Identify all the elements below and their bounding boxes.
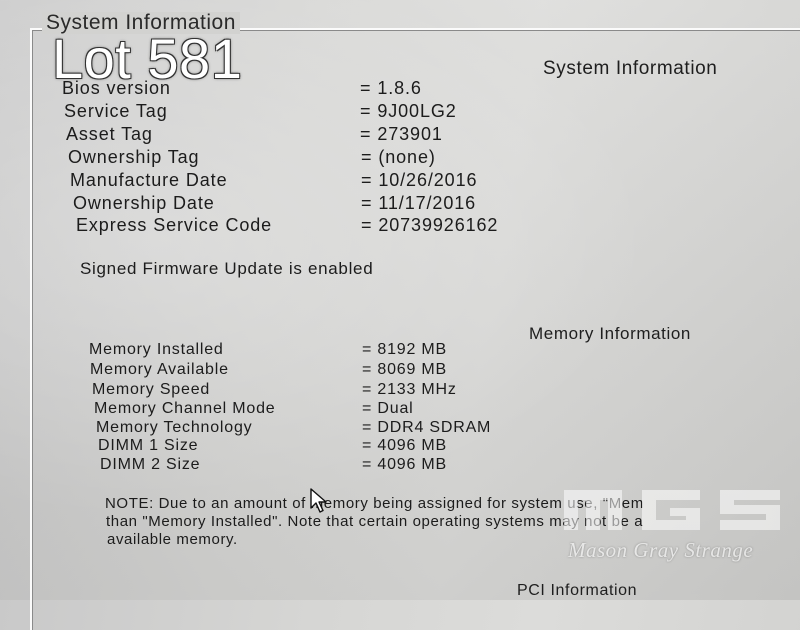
ownership-tag-row: Ownership Tag = (none): [68, 147, 488, 169]
row-value: = 8069 MB: [362, 361, 448, 378]
express-service-code-row: Express Service Code = 20739926162: [76, 215, 536, 237]
row-value: = 11/17/2016: [361, 193, 477, 213]
row-label: Asset Tag: [66, 124, 153, 144]
row-label: Service Tag: [64, 101, 168, 121]
ownership-date-row: Ownership Date = 11/17/2016: [73, 193, 513, 215]
memory-note-line-3: available memory.: [107, 531, 238, 548]
row-value: = DDR4 SDRAM: [362, 419, 492, 436]
row-value: = 4096 MB: [362, 437, 448, 454]
row-value: = 4096 MB: [362, 456, 448, 473]
row-label: Memory Speed: [92, 381, 211, 398]
row-label: Manufacture Date: [70, 170, 228, 190]
row-label: Ownership Date: [73, 193, 215, 213]
memory-info-header: Memory Information: [529, 324, 691, 343]
row-label: Memory Installed: [89, 341, 224, 358]
row-label: Memory Available: [90, 361, 229, 378]
lot-number-label: Lot 581: [52, 27, 243, 90]
row-value: = 9J00LG2: [360, 101, 457, 121]
service-tag-row: Service Tag = 9J00LG2: [64, 101, 484, 123]
row-value: = 273901: [360, 124, 443, 144]
manufacture-date-row: Manufacture Date = 10/26/2016: [70, 170, 510, 192]
row-value: = (none): [361, 147, 436, 167]
system-info-header: System Information: [543, 58, 718, 79]
row-label: Ownership Tag: [68, 147, 200, 167]
dimm-2-size-row: DIMM 2 Size = 4096 MB: [100, 456, 500, 478]
row-label: Memory Technology: [96, 419, 253, 436]
watermark-text: Mason Gray Strange: [568, 538, 754, 562]
firmware-update-status: Signed Firmware Update is enabled: [80, 259, 374, 278]
memory-installed-row: Memory Installed = 8192 MB: [89, 341, 489, 363]
row-label: Memory Channel Mode: [94, 400, 276, 417]
row-value: = Dual: [362, 400, 414, 417]
arrow-pointer-icon: [310, 488, 330, 519]
row-label: Express Service Code: [76, 215, 273, 235]
row-value: = 1.8.6: [360, 78, 422, 98]
row-label: DIMM 2 Size: [100, 456, 201, 473]
asset-tag-row: Asset Tag = 273901: [66, 124, 486, 146]
row-value: = 20739926162: [361, 215, 499, 235]
row-value: = 10/26/2016: [361, 170, 478, 190]
memory-available-row: Memory Available = 8069 MB: [90, 361, 490, 383]
row-label: DIMM 1 Size: [98, 437, 199, 454]
row-value: = 2133 MHz: [362, 381, 457, 398]
row-value: = 8192 MB: [362, 341, 448, 358]
watermark: Mason Gray Strange: [560, 490, 800, 565]
pci-info-header: PCI Information: [517, 582, 638, 599]
mgs-logo: [564, 490, 780, 530]
